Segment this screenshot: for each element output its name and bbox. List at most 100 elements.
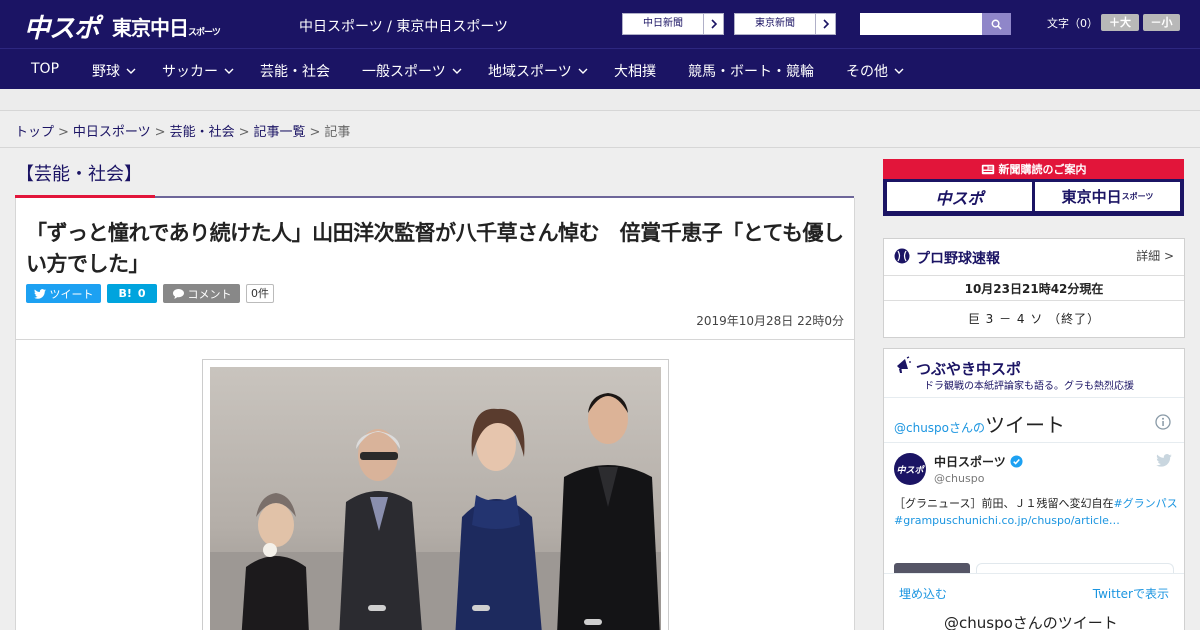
hatena-bookmark-button[interactable]: B! 0 bbox=[107, 284, 157, 303]
article-photo[interactable] bbox=[210, 367, 661, 630]
chunichi-shimbun-link[interactable]: 中日新聞 bbox=[622, 13, 724, 35]
nav-item-entertainment[interactable]: 芸能・社会 bbox=[260, 61, 330, 81]
nav-item-top[interactable]: TOP bbox=[31, 61, 59, 77]
nav-item-label: 地域スポーツ bbox=[488, 64, 572, 80]
nav-item-soccer[interactable]: サッカー bbox=[162, 61, 234, 81]
tokyo-chunichi-logo[interactable]: 東京中日スポーツ bbox=[112, 12, 221, 41]
nav-item-sumo[interactable]: 大相撲 bbox=[614, 61, 656, 81]
nav-item-label: 一般スポーツ bbox=[362, 64, 446, 80]
info-icon[interactable] bbox=[1155, 414, 1171, 430]
hatena-count: 0 bbox=[137, 287, 146, 300]
breadcrumb-link-top[interactable]: トップ bbox=[15, 125, 54, 140]
tokyo-chunichi-subscribe-logo[interactable]: 東京中日 スポーツ bbox=[1035, 182, 1180, 211]
tweet-account-name[interactable]: 中日スポーツ bbox=[934, 453, 1023, 470]
nav-item-general-sports[interactable]: 一般スポーツ bbox=[362, 61, 462, 81]
twitter-timeline: @chuspoさんのツイート 中スポ 中日スポーツ @chuspo ［グラニュー… bbox=[884, 397, 1184, 630]
search-button[interactable] bbox=[982, 13, 1011, 35]
nav-item-baseball[interactable]: 野球 bbox=[92, 61, 136, 81]
category-heading: 【芸能・社会】 bbox=[16, 164, 142, 185]
tweet-text: ［グラニュース］前田、Ｊ１残留へ変幻自在#グランパス #grampuschuni… bbox=[894, 495, 1179, 529]
chuspo-subscribe-logo[interactable]: 中スポ bbox=[887, 182, 1032, 211]
baseball-icon bbox=[894, 248, 910, 264]
baseball-score-box: プロ野球速報 詳細 > 10月23日21時42分現在 巨 3 － 4 ソ （終了… bbox=[883, 238, 1185, 338]
search-input[interactable] bbox=[860, 13, 984, 35]
breadcrumb-link-chuspo[interactable]: 中日スポーツ bbox=[73, 125, 151, 140]
publish-date: 2019年10月28日 22時0分 bbox=[696, 314, 844, 328]
tweet-url-link[interactable]: #grampuschunichi.co.jp/chuspo/article… bbox=[894, 514, 1120, 527]
nav-item-label: TOP bbox=[31, 61, 60, 77]
font-size-label: 文字（0） bbox=[1047, 17, 1098, 30]
breadcrumb: トップ > 中日スポーツ > 芸能・社会 > 記事一覧 > 記事 bbox=[15, 121, 350, 140]
timeline-header: @chuspoさんのツイート bbox=[894, 409, 1065, 438]
ext-link-label: 中日新聞 bbox=[643, 18, 683, 29]
timeline-header-by: @chuspoさんの bbox=[894, 421, 986, 435]
chuspo-logo[interactable]: 中スポ bbox=[24, 8, 100, 45]
tokyo-shimbun-link[interactable]: 東京新聞 bbox=[734, 13, 836, 35]
hashtag-link[interactable]: #グランパス bbox=[1113, 497, 1177, 510]
embed-link[interactable]: 埋め込む bbox=[899, 585, 947, 602]
search-icon bbox=[991, 19, 1002, 30]
megaphone-icon bbox=[897, 356, 911, 373]
font-bigger-button[interactable]: ＋大 bbox=[1101, 14, 1139, 31]
ad-strip bbox=[0, 89, 1200, 111]
breadcrumb-link-article-list[interactable]: 記事一覧 bbox=[254, 125, 306, 140]
chevron-down-icon bbox=[578, 68, 588, 74]
divider bbox=[884, 275, 1184, 276]
article-photo-frame bbox=[202, 359, 669, 630]
chevron-down-icon bbox=[126, 68, 136, 74]
tokyo-logo-small: スポーツ bbox=[188, 28, 221, 38]
hatena-icon: B! bbox=[118, 287, 132, 300]
comment-label: コメント bbox=[187, 287, 232, 301]
breadcrumb-current: 記事 bbox=[324, 125, 351, 140]
nav-item-label: 野球 bbox=[92, 64, 120, 80]
nav-item-label: その他 bbox=[846, 64, 888, 80]
chevron-right-icon bbox=[815, 14, 835, 34]
baseball-detail-link[interactable]: 詳細 > bbox=[1136, 247, 1174, 264]
banner-logo-small: スポーツ bbox=[1121, 192, 1154, 201]
font-smaller-button[interactable]: －小 bbox=[1143, 14, 1180, 31]
chevron-right-icon bbox=[703, 14, 723, 34]
subscription-banner-header: 新聞購読のご案内 bbox=[883, 159, 1184, 179]
site-header: 中スポ 東京中日スポーツ 中日スポーツ / 東京中日スポーツ 中日新聞 東京新聞… bbox=[0, 0, 1200, 48]
nav-item-racing[interactable]: 競馬・ボート・競輪 bbox=[688, 61, 814, 81]
game-score[interactable]: 巨 3 － 4 ソ （終了） bbox=[884, 310, 1184, 327]
comment-button[interactable]: コメント bbox=[163, 284, 240, 303]
divider bbox=[884, 442, 1184, 443]
breadcrumb-link-entertainment[interactable]: 芸能・社会 bbox=[170, 125, 235, 140]
tweet-media-thumbnail[interactable] bbox=[894, 563, 970, 573]
subscription-banner-text: 新聞購読のご案内 bbox=[998, 163, 1087, 176]
twitter-bird-icon bbox=[33, 288, 46, 299]
chevron-down-icon bbox=[452, 68, 462, 74]
avatar-logo: 中スポ bbox=[896, 465, 924, 476]
nav-item-label: 芸能・社会 bbox=[260, 64, 330, 80]
twitter-bird-icon[interactable] bbox=[1156, 454, 1172, 467]
tsubuyaki-title: つぶやき中スポ bbox=[916, 360, 1022, 378]
article: 「ずっと憧れであり続けた人」山田洋次監督が八千草さん悼む 倍賞千恵子「とても優し… bbox=[15, 198, 855, 630]
view-on-twitter-link[interactable]: Twitterで表示 bbox=[1093, 585, 1169, 602]
nav-item-other[interactable]: その他 bbox=[846, 61, 904, 81]
nav-item-label: 大相撲 bbox=[614, 64, 656, 80]
tokyo-logo-text: 東京中日 bbox=[112, 16, 189, 40]
nav-item-label: サッカー bbox=[162, 64, 218, 80]
divider bbox=[884, 300, 1184, 301]
nav-item-regional-sports[interactable]: 地域スポーツ bbox=[488, 61, 588, 81]
avatar[interactable]: 中スポ bbox=[894, 453, 926, 485]
site-title: 中日スポーツ / 東京中日スポーツ bbox=[299, 19, 509, 35]
timeline-header-label: ツイート bbox=[985, 413, 1066, 437]
ext-link-label: 東京新聞 bbox=[755, 18, 795, 29]
next-timeline-header: @chuspoさんのツイート bbox=[944, 614, 1118, 630]
main-nav: TOP 野球 サッカー 芸能・社会 一般スポーツ 地域スポーツ 大相撲 競馬・ボ… bbox=[0, 48, 1200, 89]
tweet-card[interactable] bbox=[976, 563, 1174, 573]
tweet-account-handle[interactable]: @chuspo bbox=[934, 472, 984, 485]
account-name-text: 中日スポーツ bbox=[934, 455, 1006, 469]
subscription-banner[interactable]: 新聞購読のご案内 中スポ 東京中日 スポーツ bbox=[883, 159, 1184, 216]
divider bbox=[16, 339, 854, 340]
speech-bubble-icon bbox=[172, 288, 184, 299]
breadcrumb-separator: > bbox=[58, 125, 69, 140]
tweet-label: ツイート bbox=[49, 287, 94, 301]
tsubuyaki-box: つぶやき中スポ ドラ観戦の本紙評論家も語る。グラも熱烈応援 @chuspoさんの… bbox=[883, 348, 1185, 630]
nav-item-label: 競馬・ボート・競輪 bbox=[688, 64, 814, 80]
chevron-down-icon bbox=[894, 68, 904, 74]
tweet-button[interactable]: ツイート bbox=[26, 284, 101, 303]
press-event-photo bbox=[210, 367, 661, 630]
